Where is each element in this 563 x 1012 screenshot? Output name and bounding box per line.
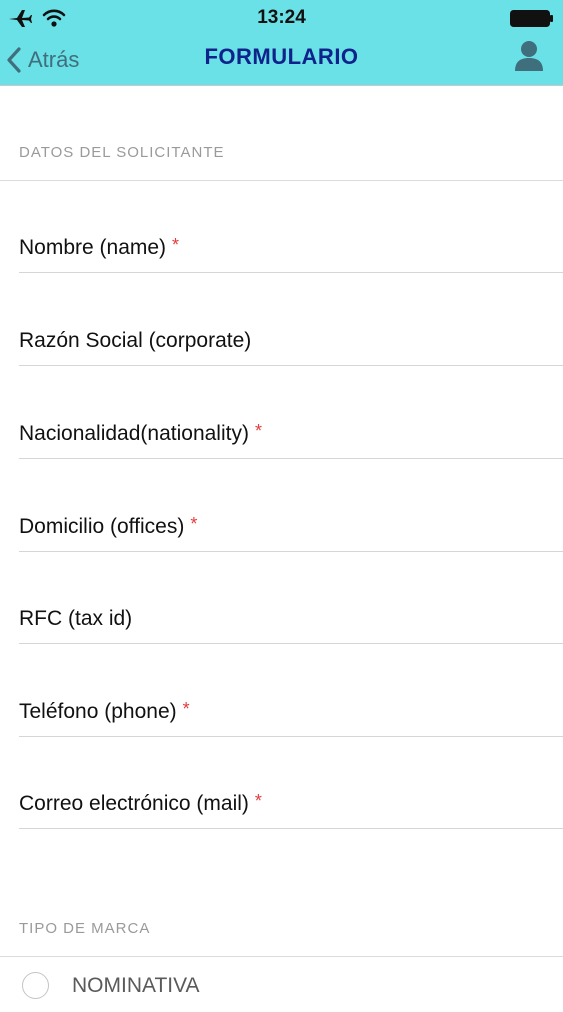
field-label: Domicilio (offices) *	[19, 514, 198, 539]
name-field[interactable]: Nombre (name) *	[19, 181, 563, 273]
required-marker: *	[190, 514, 198, 534]
offices-field[interactable]: Domicilio (offices) *	[19, 460, 563, 552]
section-header-applicant: DATOS DEL SOLICITANTE	[0, 86, 563, 181]
field-label-text: Domicilio (offices)	[19, 515, 185, 538]
required-marker: *	[254, 421, 262, 441]
tax-id-field[interactable]: RFC (tax id)	[19, 552, 563, 644]
status-bar: 13:24	[0, 0, 563, 36]
field-label: Nombre (name) *	[19, 235, 180, 260]
field-label-text: Correo electrónico (mail)	[19, 792, 249, 815]
field-label-text: Razón Social (corporate)	[19, 329, 252, 352]
back-label: Atrás	[28, 47, 80, 72]
required-marker: *	[172, 235, 180, 255]
chevron-left-icon	[7, 47, 21, 73]
field-label: Nacionalidad(nationality) *	[19, 421, 262, 446]
radio-label: NOMINATIVA	[72, 974, 200, 997]
field-label-text: RFC (tax id)	[19, 607, 133, 630]
field-label-text: Teléfono (phone)	[19, 700, 177, 723]
required-marker: *	[182, 699, 190, 719]
field-label-text: Nombre (name)	[19, 236, 167, 259]
radio-option-nominativa[interactable]: NOMINATIVA	[0, 960, 563, 1012]
field-label: Razón Social (corporate)	[19, 329, 251, 353]
nationality-field[interactable]: Nacionalidad(nationality) *	[19, 367, 563, 459]
field-label: RFC (tax id)	[19, 607, 132, 631]
corporate-field[interactable]: Razón Social (corporate)	[19, 274, 563, 366]
required-marker: *	[254, 791, 262, 811]
phone-field[interactable]: Teléfono (phone) *	[19, 645, 563, 737]
status-time: 13:24	[257, 7, 306, 28]
field-label-text: Nacionalidad(nationality)	[19, 422, 249, 445]
section-title-applicant: DATOS DEL SOLICITANTE	[19, 144, 225, 161]
nav-bar: Atrás FORMULARIO	[0, 36, 563, 86]
email-field[interactable]: Correo electrónico (mail) *	[19, 737, 563, 829]
section-title-brand-type: TIPO DE MARCA	[19, 920, 151, 937]
field-label: Correo electrónico (mail) *	[19, 791, 262, 816]
section-header-brand-type: TIPO DE MARCA	[0, 830, 563, 957]
person-icon[interactable]	[513, 39, 545, 73]
radio-button[interactable]	[22, 972, 49, 999]
back-button[interactable]: Atrás	[6, 40, 79, 80]
battery-icon	[510, 10, 553, 27]
field-label: Teléfono (phone) *	[19, 699, 190, 724]
page-title: FORMULARIO	[204, 44, 359, 69]
app-header: 13:24 Atrás FORMULARIO	[0, 0, 563, 86]
